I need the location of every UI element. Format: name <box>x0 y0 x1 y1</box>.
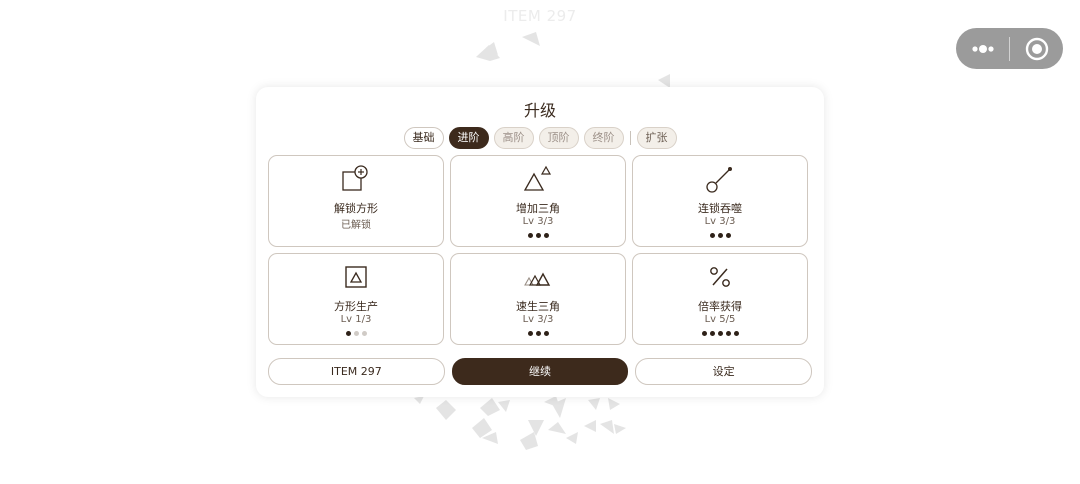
percent-icon <box>710 267 730 287</box>
shard <box>414 396 424 404</box>
upgrade-level: Lv 1/3 <box>340 314 372 325</box>
upgrade-name: 增加三角 <box>516 202 560 215</box>
tab-expand[interactable]: 扩张 <box>636 127 677 149</box>
shard <box>480 398 500 416</box>
upgrade-name: 解锁方形 <box>334 202 378 215</box>
upgrade-card-fast-triangle[interactable]: 速生三角 Lv 3/3 <box>450 253 626 345</box>
level-dot-filled <box>543 331 549 336</box>
item-count-button[interactable]: ITEM 297 <box>268 358 445 385</box>
level-dot-filled <box>725 331 731 336</box>
upgrade-level: Lv 3/3 <box>704 216 736 227</box>
more-button[interactable] <box>956 28 1009 69</box>
shard <box>608 398 620 410</box>
shard <box>520 432 538 450</box>
panel-title: 升级 <box>523 101 556 120</box>
level-dot-empty <box>353 331 359 336</box>
upgrade-level: Lv 5/5 <box>704 314 736 325</box>
upgrade-card-square-production[interactable]: 方形生产 Lv 1/3 <box>268 253 444 345</box>
level-dots <box>633 233 807 238</box>
level-dots <box>451 233 625 238</box>
shard <box>528 420 544 436</box>
level-dots <box>269 331 443 336</box>
level-dot-filled <box>527 233 533 238</box>
level-dots <box>451 331 625 336</box>
upgrade-panel: 升级 基础 进阶 高阶 顶阶 终阶 扩张 解锁方形 已解锁 增加三角 Lv 3/… <box>256 87 824 397</box>
level-dot-filled <box>709 233 715 238</box>
level-dot-filled <box>725 233 731 238</box>
shard <box>566 432 578 444</box>
target-circle-icon <box>1025 37 1048 60</box>
upgrade-name: 倍率获得 <box>698 300 742 313</box>
square-triangle-icon <box>345 266 367 288</box>
triangle-pair-icon <box>523 165 552 191</box>
shard <box>498 400 510 412</box>
shard <box>548 422 566 434</box>
upgrade-level: Lv 3/3 <box>522 314 554 325</box>
shard <box>658 74 670 88</box>
level-dot-filled <box>535 331 541 336</box>
level-dot-empty <box>361 331 367 336</box>
tab-basic[interactable]: 基础 <box>403 127 444 149</box>
square-plus-icon <box>342 165 368 191</box>
settings-button[interactable]: 设定 <box>635 358 813 385</box>
panel-actions: ITEM 297 继续 设定 <box>268 358 813 385</box>
upgrade-name: 连锁吞噬 <box>698 202 742 215</box>
level-dot-filled <box>701 331 707 336</box>
upgrade-name: 速生三角 <box>516 300 560 313</box>
upgrade-level: 已解锁 <box>341 220 371 231</box>
more-dots-icon <box>971 44 994 53</box>
continue-button[interactable]: 继续 <box>451 358 629 385</box>
level-dot-filled <box>733 331 739 336</box>
triangle-speed-icon <box>524 272 551 286</box>
tab-divider <box>629 131 631 145</box>
level-dot-filled <box>709 331 715 336</box>
chain-link-icon <box>706 167 732 193</box>
shard <box>584 420 596 432</box>
shard <box>436 400 456 420</box>
shard <box>588 398 600 410</box>
level-dots <box>633 331 807 336</box>
level-dot-filled <box>717 331 723 336</box>
upgrade-grid: 解锁方形 已解锁 增加三角 Lv 3/3 连锁吞噬 Lv 3/3 方形生产 Lv… <box>268 155 809 345</box>
upgrade-card-unlock-square[interactable]: 解锁方形 已解锁 <box>268 155 444 247</box>
tab-top[interactable]: 顶阶 <box>538 127 579 149</box>
tab-advanced[interactable]: 进阶 <box>448 127 489 149</box>
tier-tabs: 基础 进阶 高阶 顶阶 终阶 扩张 <box>256 127 824 149</box>
level-dot-filled <box>535 233 541 238</box>
upgrade-name: 方形生产 <box>334 300 378 313</box>
shard <box>614 424 626 434</box>
upgrade-card-multiplier[interactable]: 倍率获得 Lv 5/5 <box>632 253 808 345</box>
upgrade-card-chain-devour[interactable]: 连锁吞噬 Lv 3/3 <box>632 155 808 247</box>
level-dot-filled <box>345 331 351 336</box>
upgrade-card-add-triangle[interactable]: 增加三角 Lv 3/3 <box>450 155 626 247</box>
level-dot-filled <box>527 331 533 336</box>
upgrade-level: Lv 3/3 <box>522 216 554 227</box>
level-dot-filled <box>543 233 549 238</box>
level-dot-filled <box>717 233 723 238</box>
close-button[interactable] <box>1010 28 1063 69</box>
miniprogram-capsule <box>956 28 1063 69</box>
tab-high[interactable]: 高阶 <box>493 127 534 149</box>
shard <box>522 32 540 46</box>
game-stage: ITEM 297 升级 基础 进阶 高阶 顶阶 终阶 扩张 解锁方形 已解锁 增… <box>0 0 1080 484</box>
shard <box>600 420 614 434</box>
tab-final[interactable]: 终阶 <box>583 127 624 149</box>
